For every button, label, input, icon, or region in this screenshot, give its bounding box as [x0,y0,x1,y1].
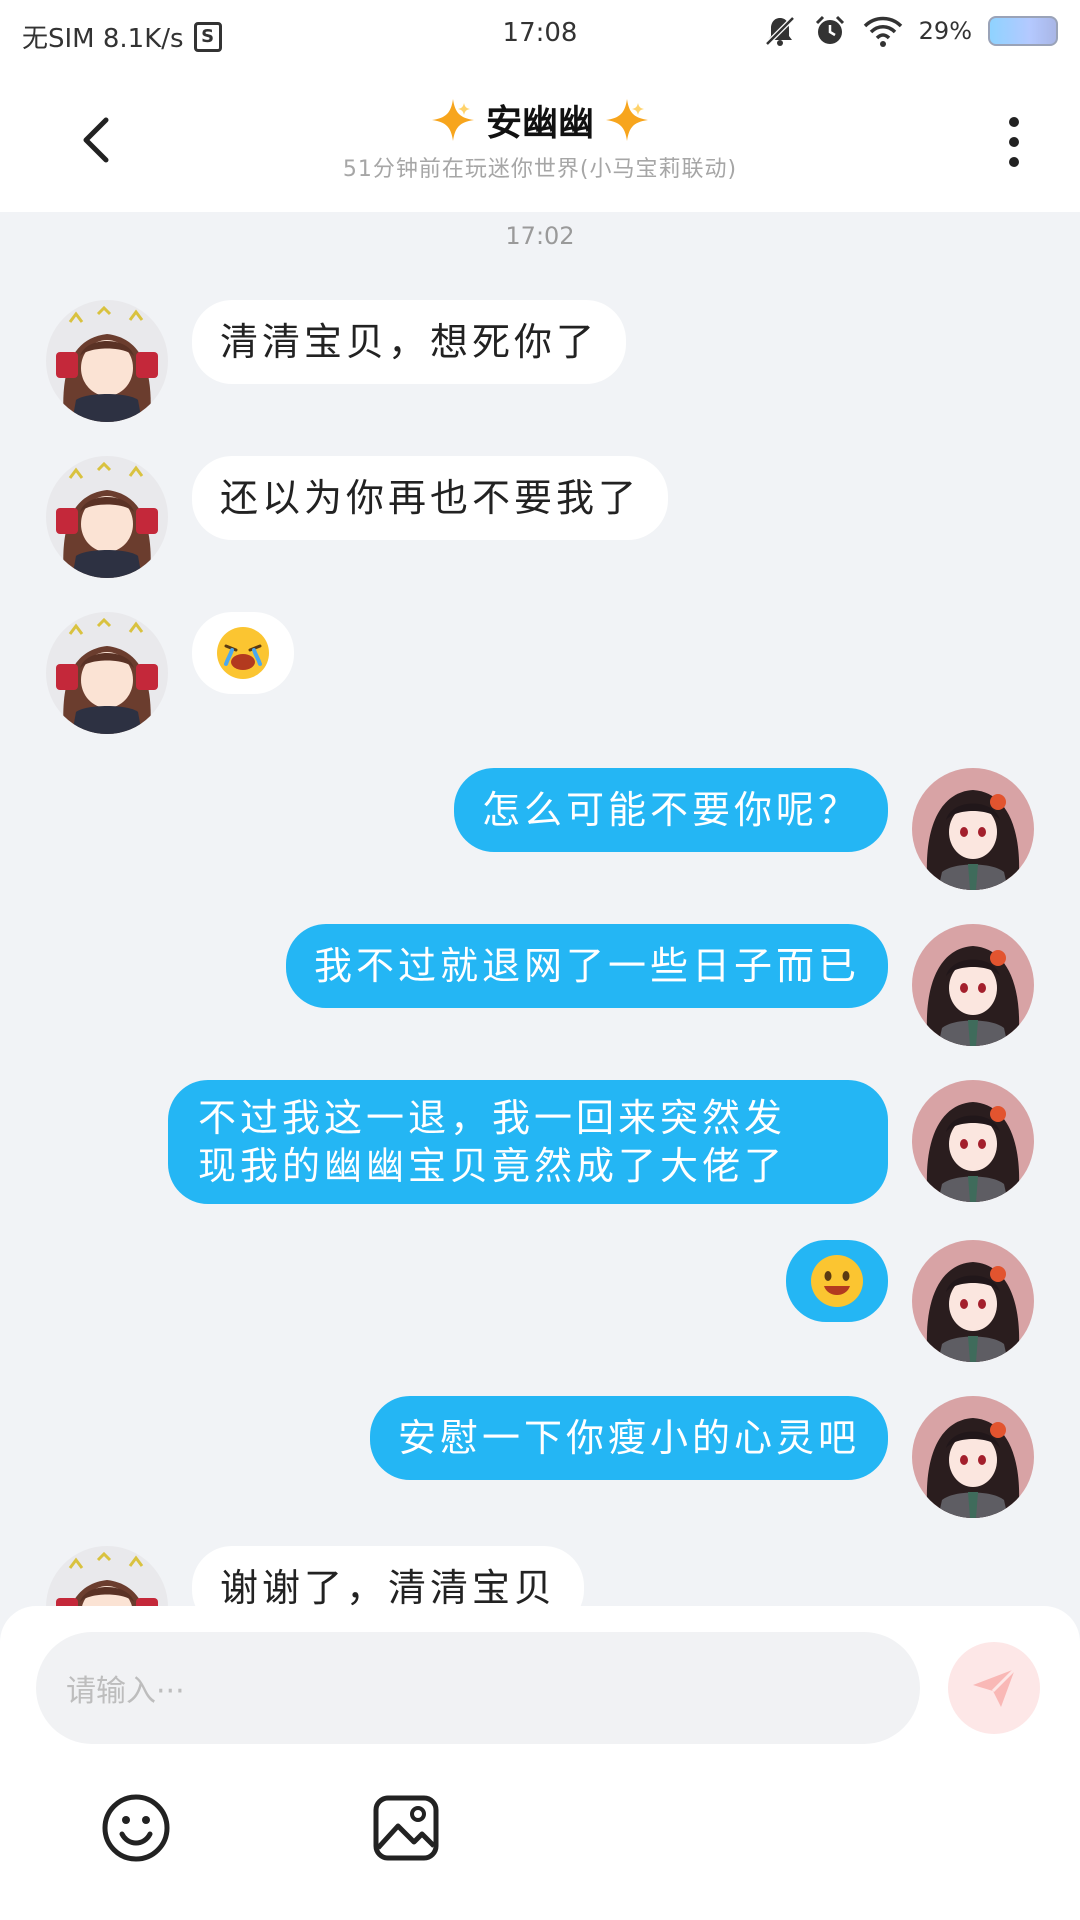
contact-avatar[interactable] [46,300,168,422]
contact-avatar[interactable] [46,1546,168,1607]
message-line: 不过我这一退，我一回来突然发 [198,1096,787,1140]
message-bubble[interactable]: 不过我这一退，我一回来突然发 现我的幽幽宝贝竟然成了大佬了 [168,1080,888,1204]
contact-name: 安幽幽 [485,103,594,144]
my-avatar[interactable] [912,1080,1034,1202]
alarm-icon [815,15,844,44]
image-icon[interactable] [370,1792,442,1864]
sparkle-icon [431,99,474,141]
message-bubble[interactable]: 怎么可能不要你呢？ [453,768,888,852]
message-row: 安慰一下你瘦小的心灵吧 [0,1396,1080,1526]
emoji-icon[interactable] [100,1792,172,1864]
chat-area[interactable]: 17:02 清清宝贝，想死你了 还以为你再也不要我了 怎么可能不要你呢？ 我不过… [0,212,1080,1607]
more-options-icon[interactable] [1004,114,1024,170]
title-block: 安幽幽 51分钟前在玩迷你世界(小马宝莉联动) [0,94,1080,183]
contact-title: 安幽幽 [430,94,650,146]
smiling-face-emoji [811,1255,863,1307]
sparkle-icon [606,99,648,141]
message-row: 不过我这一退，我一回来突然发 现我的幽幽宝贝竟然成了大佬了 [0,1080,1080,1210]
contact-avatar[interactable] [46,612,168,734]
message-row [0,612,1080,742]
my-avatar[interactable] [912,768,1034,890]
battery-percent: 29% [918,17,972,45]
message-bubble[interactable]: 安慰一下你瘦小的心灵吧 [369,1396,888,1480]
battery-icon [988,16,1058,46]
my-avatar[interactable] [912,1240,1034,1362]
message-input[interactable]: 请输入··· [36,1632,920,1744]
contact-status: 51分钟前在玩迷你世界(小马宝莉联动) [342,157,738,182]
input-placeholder: 请输入··· [66,1674,185,1709]
my-avatar[interactable] [912,1396,1034,1518]
chat-timestamp: 17:02 [505,222,575,250]
message-bubble[interactable]: 还以为你再也不要我了 [192,456,669,540]
message-bubble[interactable]: 清清宝贝，想死你了 [192,300,627,384]
message-bubble[interactable]: 我不过就退网了一些日子而已 [285,924,888,1008]
chat-header: 安幽幽 51分钟前在玩迷你世界(小马宝莉联动) [0,70,1080,212]
crying-face-emoji [217,627,269,679]
message-row: 我不过就退网了一些日子而已 [0,924,1080,1054]
message-row: 怎么可能不要你呢？ [0,768,1080,898]
message-row: 还以为你再也不要我了 [0,456,1080,586]
my-avatar[interactable] [912,924,1034,1046]
message-row: 清清宝贝，想死你了 [0,300,1080,430]
send-icon [973,1667,1017,1707]
message-row: 谢谢了，清清宝贝 [0,1546,1080,1607]
composer: 请输入··· [0,1606,1080,1920]
wifi-icon [863,16,902,47]
message-bubble[interactable]: 谢谢了，清清宝贝 [192,1546,585,1607]
status-right: 29% [763,14,1058,48]
message-line: 现我的幽幽宝贝竟然成了大佬了 [198,1144,787,1188]
mute-icon [764,16,795,46]
message-row [0,1240,1080,1370]
status-bar: 无SIM 8.1K/s S 17:08 29% [0,0,1080,70]
send-button[interactable] [948,1642,1040,1734]
message-bubble[interactable] [192,612,294,694]
contact-avatar[interactable] [46,456,168,578]
message-bubble[interactable] [786,1240,888,1322]
